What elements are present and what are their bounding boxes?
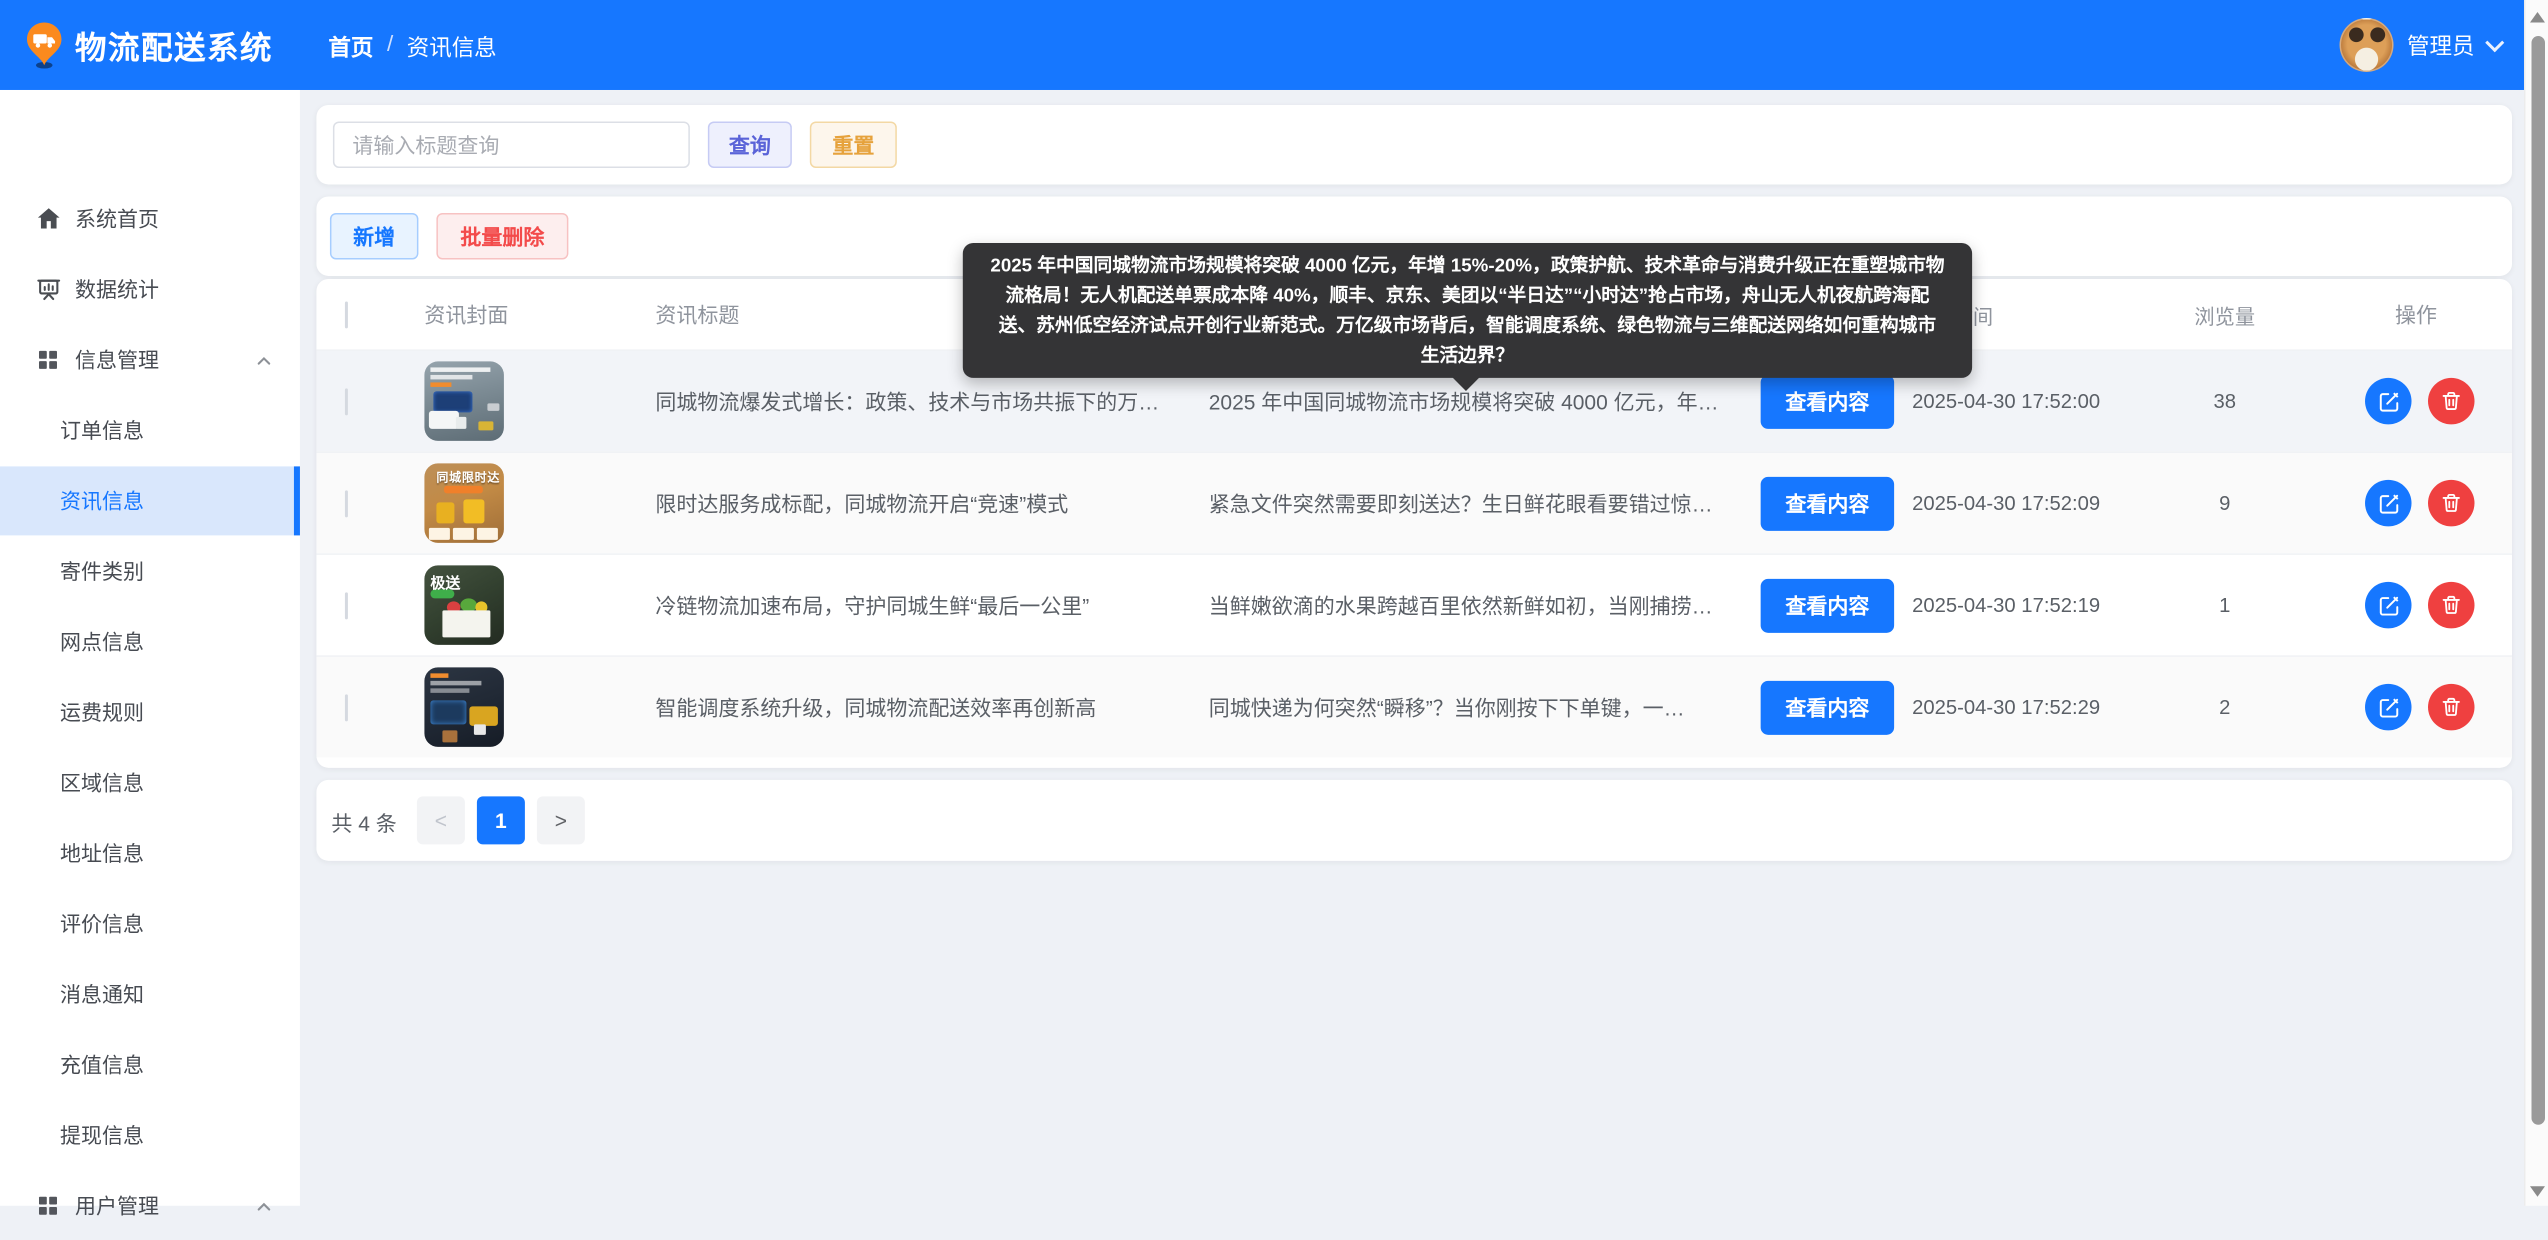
news-cover-image: 同城限时达 xyxy=(424,463,504,543)
edit-button[interactable] xyxy=(2365,479,2412,527)
views-count: 1 xyxy=(2219,593,2231,617)
title-search-input[interactable] xyxy=(332,121,690,168)
select-all-checkbox[interactable] xyxy=(344,300,348,328)
user-name: 管理员 xyxy=(2407,33,2475,60)
delete-button[interactable] xyxy=(2428,377,2475,425)
stats-board-icon xyxy=(36,277,61,302)
delete-button[interactable] xyxy=(2428,479,2475,527)
view-content-button[interactable]: 查看内容 xyxy=(1760,476,1895,531)
sidebar-item-news-info[interactable]: 资讯信息 xyxy=(0,466,300,536)
app-title: 物流配送系统 xyxy=(74,31,273,66)
pagination-page-1[interactable]: 1 xyxy=(476,796,525,845)
logo-pin-truck-icon xyxy=(24,21,64,76)
tooltip-text: 2025 年中国同城物流市场规模将突破 4000 亿元，年增 15%-20%，政… xyxy=(990,254,1945,366)
news-title: 冷链物流加速布局，守护同城生鲜“最后一公里” xyxy=(655,593,1090,618)
edit-button[interactable] xyxy=(2365,683,2412,731)
top-navbar: 物流配送系统 首页 / 资讯信息 管理员 xyxy=(0,0,2524,90)
grid-icon xyxy=(36,348,60,372)
row-checkbox[interactable] xyxy=(344,387,348,415)
sidebar-group-info-management[interactable]: 信息管理 xyxy=(0,325,300,394)
col-header-cover: 资讯封面 xyxy=(424,302,509,327)
sidebar: 系统首页 数据统计 信息管理 订单信息 资讯信息 寄件类别 网点信息 运费规则 xyxy=(0,89,300,1218)
chevron-down-icon xyxy=(2485,32,2505,52)
publish-time: 2025-04-30 17:52:29 xyxy=(1912,695,2101,719)
reset-button[interactable]: 重置 xyxy=(809,121,897,168)
news-title: 智能调度系统升级，同城物流配送效率再创新高 xyxy=(655,695,1097,720)
views-count: 9 xyxy=(2219,491,2231,515)
views-count: 2 xyxy=(2219,695,2231,719)
chevron-up-icon xyxy=(255,1197,273,1221)
publish-time: 2025-04-30 17:52:00 xyxy=(1912,389,2101,413)
edit-button[interactable] xyxy=(2365,581,2412,629)
row-checkbox[interactable] xyxy=(344,693,348,721)
sidebar-item-recharge-info[interactable]: 充值信息 xyxy=(0,1030,300,1099)
sidebar-item-data-stats[interactable]: 数据统计 xyxy=(0,255,300,324)
table-row: 智能调度系统升级，同城物流配送效率再创新高 同城快递为何突然“瞬移”？当你刚按下… xyxy=(316,655,2512,758)
breadcrumb-separator: / xyxy=(386,31,394,57)
news-cover-image: 极送 xyxy=(424,565,504,645)
view-content-button[interactable]: 查看内容 xyxy=(1760,374,1895,429)
sidebar-item-freight-rules[interactable]: 运费规则 xyxy=(0,678,300,747)
page-scrollbar[interactable] xyxy=(2523,0,2548,1206)
table-row: 极送 冷链物流加速布局，守护同城生鲜“最后一公里” 当鲜嫩欲滴的水果跨越百里依然… xyxy=(316,553,2512,655)
news-cover-image xyxy=(424,361,504,441)
publish-time: 2025-04-30 17:52:19 xyxy=(1912,593,2101,617)
views-count: 38 xyxy=(2213,389,2237,413)
col-header-actions: 操作 xyxy=(2395,302,2438,327)
view-content-button[interactable]: 查看内容 xyxy=(1760,578,1895,633)
scroll-down-arrow-icon[interactable] xyxy=(2529,1186,2545,1197)
sidebar-item-withdraw-info[interactable]: 提现信息 xyxy=(0,1101,300,1170)
scroll-up-arrow-icon[interactable] xyxy=(2529,11,2545,23)
pagination-prev-button[interactable]: < xyxy=(416,796,465,845)
sidebar-item-parcel-category[interactable]: 寄件类别 xyxy=(0,537,300,606)
sidebar-item-branch-info[interactable]: 网点信息 xyxy=(0,607,300,676)
sidebar-item-address-info[interactable]: 地址信息 xyxy=(0,819,300,888)
sidebar-item-order-info[interactable]: 订单信息 xyxy=(0,396,300,465)
sidebar-item-review-info[interactable]: 评价信息 xyxy=(0,889,300,958)
row-checkbox[interactable] xyxy=(344,591,348,619)
breadcrumb-current: 资讯信息 xyxy=(406,35,497,62)
home-icon xyxy=(36,206,61,231)
app-root: 物流配送系统 首页 / 资讯信息 管理员 系统首页 数据统计 信息管理 订单信息… xyxy=(0,0,2548,1218)
sidebar-item-message-notice[interactable]: 消息通知 xyxy=(0,960,300,1029)
news-content-preview[interactable]: 紧急文件突然需要即刻送达？生日鲜花眼看要错过惊… xyxy=(1195,488,1744,518)
breadcrumb: 首页 / 资讯信息 xyxy=(328,31,496,62)
news-content-preview[interactable]: 2025 年中国同城物流市场规模将突破 4000 亿元，年… xyxy=(1195,386,1744,416)
pagination-next-button[interactable]: > xyxy=(536,796,585,845)
user-menu[interactable]: 管理员 xyxy=(2339,17,2505,72)
publish-time: 2025-04-30 17:52:09 xyxy=(1912,491,2101,515)
sidebar-item-region-info[interactable]: 区域信息 xyxy=(0,748,300,817)
edit-button[interactable] xyxy=(2365,377,2412,425)
view-content-button[interactable]: 查看内容 xyxy=(1760,680,1895,735)
row-checkbox[interactable] xyxy=(344,489,348,517)
col-header-views: 浏览量 xyxy=(2194,305,2256,328)
news-cover-image xyxy=(424,667,504,747)
news-title: 限时达服务成标配，同城物流开启“竞速”模式 xyxy=(655,491,1069,516)
sidebar-item-system-home[interactable]: 系统首页 xyxy=(0,184,300,253)
search-card: 查询 重置 xyxy=(316,104,2512,185)
delete-button[interactable] xyxy=(2428,683,2475,731)
pagination-total: 共 4 条 xyxy=(331,811,397,836)
pagination-card: 共 4 条 < 1 > xyxy=(316,779,2512,861)
news-content-preview[interactable]: 同城快递为何突然“瞬移”？当你刚按下下单键，一… xyxy=(1195,692,1744,722)
avatar[interactable] xyxy=(2339,17,2394,72)
news-content-preview[interactable]: 当鲜嫩欲滴的水果跨越百里依然新鲜如初，当刚捕捞… xyxy=(1195,590,1744,620)
batch-delete-button[interactable]: 批量删除 xyxy=(436,212,569,260)
content-tooltip: 2025 年中国同城物流市场规模将突破 4000 亿元，年增 15%-20%，政… xyxy=(962,242,1973,391)
scrollbar-thumb[interactable] xyxy=(2530,35,2545,1125)
news-title: 同城物流爆发式增长：政策、技术与市场共振下的万… xyxy=(655,389,1160,414)
breadcrumb-home[interactable]: 首页 xyxy=(328,31,373,62)
chevron-up-icon xyxy=(255,351,273,375)
add-button[interactable]: 新增 xyxy=(329,212,419,260)
delete-button[interactable] xyxy=(2428,581,2475,629)
query-button[interactable]: 查询 xyxy=(707,121,792,168)
table-row: 同城限时达 限时达服务成标配，同城物流开启“竞速”模式 紧急文件突然需要即刻送达… xyxy=(316,451,2512,554)
